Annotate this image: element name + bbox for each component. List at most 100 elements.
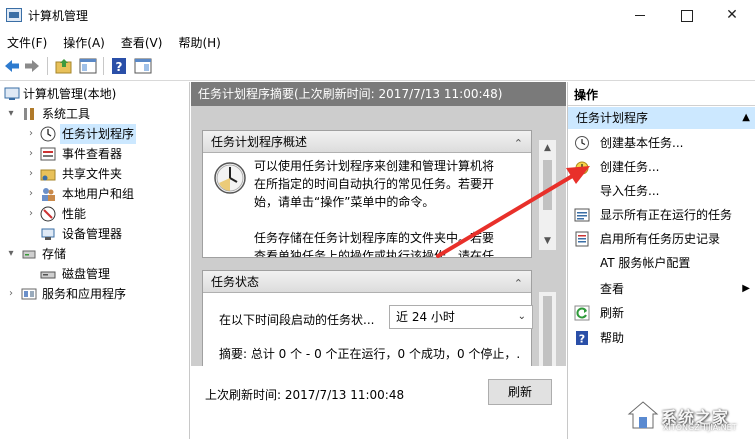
title-bar: 计算机管理 ✕ bbox=[0, 0, 755, 31]
toolbar: ? bbox=[0, 53, 755, 81]
overview-body: 可以使用任务计划程序来创建和管理计算机将 在所指定的时间自动执行的常见任务。若要… bbox=[203, 153, 531, 257]
create-basic-task-icon bbox=[575, 136, 589, 150]
tree-label: 本地用户和组 bbox=[62, 187, 135, 201]
tree-label: 计算机管理(本地) bbox=[23, 87, 117, 101]
clock-icon bbox=[40, 126, 56, 142]
menu-action[interactable]: 操作(A) bbox=[55, 31, 113, 53]
tree-label: 磁盘管理 bbox=[62, 267, 111, 281]
show-hide-console-tree-icon[interactable] bbox=[79, 57, 97, 75]
tree-label: 服务和应用程序 bbox=[42, 287, 127, 301]
create-task-icon bbox=[575, 161, 589, 175]
actions-section-task-scheduler[interactable]: 任务计划程序 ▲ bbox=[568, 107, 755, 129]
help-icon[interactable]: ? bbox=[110, 57, 128, 75]
clock-icon bbox=[214, 162, 246, 194]
collapse-icon[interactable]: ⌃ bbox=[514, 273, 523, 295]
help-icon: ? bbox=[576, 331, 588, 346]
house-logo-icon bbox=[627, 401, 659, 429]
overview-text-line: 查看单独任务上的操作或执行该操作，请在任 bbox=[254, 249, 495, 257]
chevron-right-icon[interactable]: › bbox=[26, 204, 36, 224]
maximize-button[interactable] bbox=[663, 0, 709, 31]
overview-scrollbar[interactable]: ▲ ▼ bbox=[539, 140, 556, 250]
collapse-icon[interactable]: ⌃ bbox=[514, 133, 523, 155]
up-folder-icon[interactable] bbox=[55, 57, 73, 75]
task-status-header[interactable]: 任务状态 ⌃ bbox=[203, 271, 531, 293]
action-create-task[interactable]: 创建任务... bbox=[568, 155, 755, 179]
action-refresh[interactable]: 刷新 bbox=[568, 301, 755, 325]
status-period-value: 近 24 小时 bbox=[396, 310, 455, 324]
tree-label: 性能 bbox=[62, 207, 87, 221]
action-view[interactable]: 查看 ▶ bbox=[568, 277, 755, 301]
scroll-thumb[interactable] bbox=[543, 296, 552, 376]
menu-bar: 文件(F) 操作(A) 查看(V) 帮助(H) bbox=[0, 31, 755, 53]
toolbar-divider bbox=[103, 57, 104, 75]
tree-label: 系统工具 bbox=[42, 107, 91, 121]
computer-management-icon bbox=[4, 87, 20, 100]
summary-footer: 上次刷新时间: 2017/7/13 11:00:48 刷新 bbox=[191, 366, 566, 439]
actions-pane: 操作 任务计划程序 ▲ 创建基本任务... 创建任务... 导入任务... 显示… bbox=[567, 82, 755, 439]
shared-folder-icon bbox=[40, 169, 56, 181]
overview-section-header[interactable]: 任务计划程序概述 ⌃ bbox=[203, 131, 531, 153]
tools-icon bbox=[24, 108, 34, 120]
overview-text-line: 任务存储在任务计划程序库的文件夹中。若要 bbox=[254, 231, 495, 245]
action-label: 查看 bbox=[600, 282, 625, 296]
overview-text-line: 在所指定的时间自动执行的常见任务。若要开 bbox=[254, 177, 495, 191]
watermark-url: XITONGZHIJIA.NET bbox=[663, 423, 737, 432]
last-refresh-time: 上次刷新时间: 2017/7/13 11:00:48 bbox=[205, 388, 405, 402]
performance-icon bbox=[40, 206, 56, 222]
console-tree: 计算机管理(本地) ▾ 系统工具 › 任务计划程序 › 事件查看器 › 共享文件… bbox=[0, 82, 190, 439]
overview-title: 任务计划程序概述 bbox=[211, 135, 308, 149]
action-label: 显示所有正在运行的任务 bbox=[600, 208, 733, 222]
menu-file[interactable]: 文件(F) bbox=[0, 31, 55, 53]
action-label: 创建基本任务... bbox=[600, 136, 684, 150]
action-create-basic-task[interactable]: 创建基本任务... bbox=[568, 131, 755, 155]
action-import-task[interactable]: 导入任务... bbox=[568, 179, 755, 203]
chevron-right-icon[interactable]: › bbox=[26, 124, 36, 144]
menu-help[interactable]: 帮助(H) bbox=[170, 31, 228, 53]
chevron-right-icon[interactable]: › bbox=[26, 144, 36, 164]
tree-label: 设备管理器 bbox=[62, 227, 123, 241]
close-button[interactable]: ✕ bbox=[709, 0, 755, 31]
forward-arrow-icon[interactable] bbox=[23, 57, 41, 75]
status-period-label: 在以下时间段启动的任务状... bbox=[219, 313, 375, 327]
event-viewer-icon bbox=[40, 147, 56, 161]
chevron-right-icon[interactable]: › bbox=[26, 184, 36, 204]
minimize-button[interactable] bbox=[617, 0, 663, 31]
scroll-down-icon[interactable]: ▼ bbox=[539, 233, 556, 250]
center-pane: 任务计划程序摘要(上次刷新时间: 2017/7/13 11:00:48) 任务计… bbox=[191, 82, 566, 439]
action-help[interactable]: ? 帮助 bbox=[568, 326, 755, 350]
refresh-button[interactable]: 刷新 bbox=[488, 379, 552, 405]
chevron-right-icon[interactable]: › bbox=[26, 164, 36, 184]
action-label: 导入任务... bbox=[600, 184, 660, 198]
scroll-up-icon[interactable]: ▲ bbox=[539, 140, 556, 157]
overview-text-line: 可以使用任务计划程序来创建和管理计算机将 bbox=[254, 159, 495, 173]
chevron-down-icon[interactable]: ▾ bbox=[6, 244, 16, 264]
status-period-select[interactable]: 近 24 小时 ⌄ bbox=[389, 305, 533, 329]
action-at-service-config[interactable]: AT 服务帐户配置 bbox=[568, 251, 755, 275]
menu-view[interactable]: 查看(V) bbox=[113, 31, 171, 53]
action-label: 创建任务... bbox=[600, 160, 660, 174]
action-label: 刷新 bbox=[600, 306, 625, 320]
svg-text:?: ? bbox=[579, 333, 585, 346]
summary-body: 任务计划程序概述 ⌃ 可以使用任务计划程序来创建和管理计算机将 在所指定的时间自… bbox=[191, 106, 566, 390]
status-summary: 摘要: 总计 0 个 - 0 个正在运行，0 个成功，0 个停止，. bbox=[219, 347, 521, 361]
computer-management-icon bbox=[6, 8, 22, 22]
scroll-thumb[interactable] bbox=[543, 160, 552, 210]
running-tasks-icon bbox=[574, 208, 590, 222]
submenu-arrow-icon: ▶ bbox=[742, 283, 750, 294]
show-hide-action-pane-icon[interactable] bbox=[134, 57, 152, 75]
action-label: 启用所有任务历史记录 bbox=[600, 232, 721, 246]
chevron-right-icon[interactable]: › bbox=[6, 284, 16, 304]
collapse-up-icon[interactable]: ▲ bbox=[742, 107, 750, 129]
chevron-down-icon[interactable]: ▾ bbox=[6, 104, 16, 124]
tree-label: 事件查看器 bbox=[62, 147, 123, 161]
users-icon bbox=[42, 188, 55, 201]
action-display-running-tasks[interactable]: 显示所有正在运行的任务 bbox=[568, 203, 755, 227]
tree-label: 任务计划程序 bbox=[60, 124, 137, 144]
disk-icon bbox=[40, 271, 56, 279]
back-arrow-icon[interactable] bbox=[3, 57, 21, 75]
action-label: 帮助 bbox=[600, 331, 625, 345]
tree-label: 存储 bbox=[42, 247, 67, 261]
actions-section-label: 任务计划程序 bbox=[576, 111, 649, 125]
action-enable-history[interactable]: 启用所有任务历史记录 bbox=[568, 227, 755, 251]
